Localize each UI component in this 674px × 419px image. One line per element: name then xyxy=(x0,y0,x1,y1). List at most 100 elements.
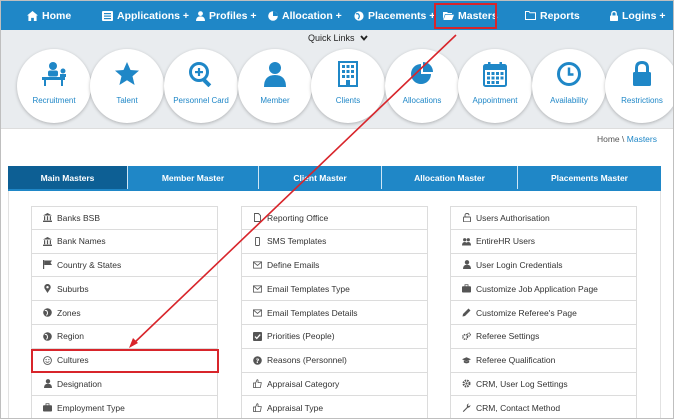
nav-profiles[interactable]: Profiles + xyxy=(196,1,257,30)
nav-reports[interactable]: Reports xyxy=(525,1,580,30)
master-item-crm-contact-method[interactable]: CRM, Contact Method xyxy=(450,396,637,418)
nav-logins[interactable]: Logins + xyxy=(610,1,665,30)
user-icon xyxy=(196,10,205,21)
quick-link-label: Recruitment xyxy=(32,96,76,105)
nav-applications-label: Applications + xyxy=(117,9,190,22)
master-item-label: Designation xyxy=(57,378,102,389)
master-item-zones[interactable]: Zones xyxy=(31,301,218,325)
masters-column-2: Reporting Office SMS Templates Define Em… xyxy=(241,206,428,418)
pie-icon xyxy=(268,10,278,21)
mobile-icon xyxy=(253,236,262,246)
list-icon xyxy=(102,10,113,21)
master-item-region[interactable]: Region xyxy=(31,324,218,349)
home-icon xyxy=(27,10,38,21)
quick-links-toggle[interactable]: Quick Links xyxy=(1,33,673,43)
master-item-appraisal-category[interactable]: Appraisal Category xyxy=(241,372,428,397)
briefcase-icon xyxy=(462,284,471,293)
master-item-label: Reporting Office xyxy=(267,212,329,223)
master-item-bank-names[interactable]: Bank Names xyxy=(31,229,218,254)
quick-links-panel: Quick Links Recruitment Talent Personnel… xyxy=(1,30,673,128)
nav-home[interactable]: Home xyxy=(27,1,71,30)
breadcrumb: Home \ Masters xyxy=(597,134,657,144)
tab-placements-master[interactable]: Placements Master xyxy=(518,166,661,189)
quick-link-label: Talent xyxy=(116,96,138,105)
master-item-referee-settings[interactable]: Referee Settings xyxy=(450,324,637,349)
master-item-crm-user-log-settings[interactable]: CRM, User Log Settings xyxy=(450,372,637,397)
master-item-label: Define Emails xyxy=(267,259,320,270)
nav-home-label: Home xyxy=(42,9,72,22)
briefcase-icon xyxy=(43,403,52,412)
master-item-define-emails[interactable]: Define Emails xyxy=(241,253,428,278)
quick-link-allocations[interactable]: Allocations xyxy=(385,49,459,123)
master-item-label: Customize Referee's Page xyxy=(476,307,577,318)
thumbs-up-icon xyxy=(253,403,262,413)
envelope-icon xyxy=(253,284,262,293)
envelope-icon xyxy=(253,308,262,317)
lock-icon xyxy=(633,61,651,86)
zoom-in-icon xyxy=(189,62,212,87)
globe-icon xyxy=(354,10,364,21)
bank-icon xyxy=(43,213,52,223)
nav-placements-label: Placements + xyxy=(368,9,436,22)
masters-highlight-box xyxy=(434,3,497,29)
master-item-user-login-credentials[interactable]: User Login Credentials xyxy=(450,253,637,278)
master-tabs: Main Masters Member Master Client Master… xyxy=(8,166,661,189)
master-item-priorities-people[interactable]: Priorities (People) xyxy=(241,324,428,349)
quick-link-personnel-card[interactable]: Personnel Card xyxy=(164,49,238,123)
master-item-customize-job-application-page[interactable]: Customize Job Application Page xyxy=(450,277,637,302)
map-marker-icon xyxy=(43,284,52,294)
master-item-label: Banks BSB xyxy=(57,212,100,223)
nav-placements[interactable]: Placements + xyxy=(354,1,435,30)
check-square-icon xyxy=(253,331,262,341)
master-item-entirehr-users[interactable]: EntireHR Users xyxy=(450,229,637,254)
master-item-users-authorisation[interactable]: Users Authorisation xyxy=(450,206,637,230)
master-item-sms-templates[interactable]: SMS Templates xyxy=(241,229,428,254)
master-item-label: Suburbs xyxy=(57,283,89,294)
globe-icon xyxy=(43,332,52,341)
quick-link-appointment[interactable]: Appointment xyxy=(458,49,532,123)
nav-allocation[interactable]: Allocation + xyxy=(268,1,342,30)
tab-main-masters[interactable]: Main Masters xyxy=(8,166,128,189)
app-window: Home Applications + Profiles + Allocatio… xyxy=(0,0,674,419)
breadcrumb-separator: \ xyxy=(622,134,625,144)
quick-link-recruitment[interactable]: Recruitment xyxy=(17,49,91,123)
quick-link-member[interactable]: Member xyxy=(238,49,312,123)
quick-link-availability[interactable]: Availability xyxy=(532,49,606,123)
masters-column-3: Users Authorisation EntireHR Users User … xyxy=(450,206,637,418)
quick-link-label: Restrictions xyxy=(621,96,663,105)
master-item-appraisal-type[interactable]: Appraisal Type xyxy=(241,396,428,418)
master-item-label: Employment Type xyxy=(57,402,125,413)
master-item-label: Priorities (People) xyxy=(267,331,335,342)
master-item-customize-referees-page[interactable]: Customize Referee's Page xyxy=(450,301,637,325)
master-item-label: Country & States xyxy=(57,259,122,270)
master-item-email-templates-details[interactable]: Email Templates Details xyxy=(241,301,428,325)
breadcrumb-home[interactable]: Home xyxy=(597,134,620,144)
quick-link-clients[interactable]: Clients xyxy=(311,49,385,123)
master-item-country-states[interactable]: Country & States xyxy=(31,253,218,278)
master-item-label: Zones xyxy=(57,307,81,318)
master-item-employment-type[interactable]: Employment Type xyxy=(31,396,218,418)
master-item-label: Email Templates Details xyxy=(267,307,358,318)
quick-link-talent[interactable]: Talent xyxy=(90,49,164,123)
master-item-label: Email Templates Type xyxy=(267,283,350,294)
svg-text:?: ? xyxy=(256,357,260,365)
cogs-icon xyxy=(462,332,471,341)
nav-profiles-label: Profiles + xyxy=(209,9,257,22)
master-item-reporting-office[interactable]: Reporting Office xyxy=(241,206,428,230)
tab-allocation-master[interactable]: Allocation Master xyxy=(382,166,518,189)
master-item-referee-qualification[interactable]: Referee Qualification xyxy=(450,348,637,373)
quick-link-restrictions[interactable]: Restrictions xyxy=(605,49,673,123)
master-item-label: Referee Settings xyxy=(476,331,540,342)
master-item-email-templates-type[interactable]: Email Templates Type xyxy=(241,277,428,302)
master-item-banks-bsb[interactable]: Banks BSB xyxy=(31,206,218,230)
tab-member-master[interactable]: Member Master xyxy=(128,166,259,189)
chevron-down-icon xyxy=(360,35,368,41)
nav-applications[interactable]: Applications + xyxy=(102,1,189,30)
tab-client-master[interactable]: Client Master xyxy=(259,166,382,189)
master-item-designation[interactable]: Designation xyxy=(31,372,218,397)
master-item-reasons-personnel[interactable]: ? Reasons (Personnel) xyxy=(241,348,428,373)
master-item-suburbs[interactable]: Suburbs xyxy=(31,277,218,302)
nav-reports-label: Reports xyxy=(540,9,580,22)
users-icon xyxy=(462,237,471,246)
globe-icon xyxy=(43,308,52,317)
